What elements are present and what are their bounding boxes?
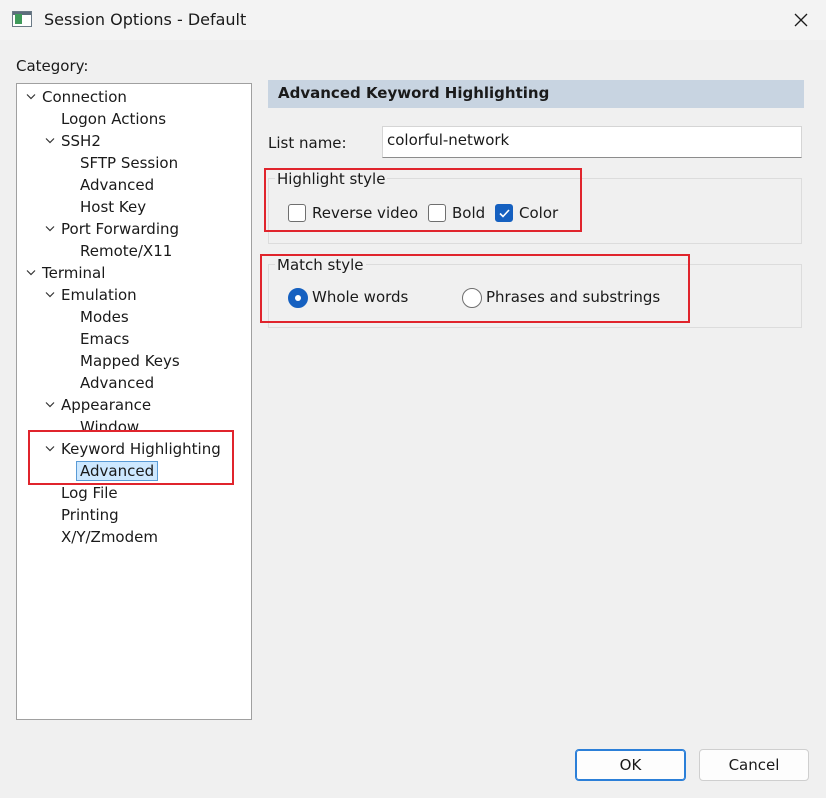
tree-item[interactable]: Host Key	[17, 196, 251, 218]
reverse-video-checkbox[interactable]	[288, 204, 306, 222]
tree-item-label: X/Y/Zmodem	[61, 528, 158, 546]
tree-item[interactable]: Log File	[17, 482, 251, 504]
radio-dot	[295, 295, 301, 301]
section-header: Advanced Keyword Highlighting	[268, 80, 804, 108]
category-label: Category:	[16, 57, 89, 75]
match-style-title: Match style	[275, 256, 366, 274]
tree-item-label: Advanced	[80, 176, 155, 194]
chevron-down-icon[interactable]	[44, 438, 58, 460]
tree-item[interactable]: Printing	[17, 504, 251, 526]
tree-item[interactable]: Remote/X11	[17, 240, 251, 262]
section-title: Advanced Keyword Highlighting	[278, 84, 550, 102]
tree-item[interactable]: X/Y/Zmodem	[17, 526, 251, 548]
tree-item[interactable]: SSH2	[17, 130, 251, 152]
tree-item[interactable]: Port Forwarding	[17, 218, 251, 240]
tree-item-label: Logon Actions	[61, 110, 167, 128]
list-name-input[interactable]: colorful-network	[382, 126, 802, 158]
tree-item-label: Mapped Keys	[80, 352, 180, 370]
tree-item-label: Modes	[80, 308, 129, 326]
tree-item-label: Appearance	[61, 396, 152, 414]
tree-item-label: Emacs	[80, 330, 130, 348]
chevron-down-icon[interactable]	[44, 284, 58, 306]
tree-item-label: Printing	[61, 506, 119, 524]
bold-label[interactable]: Bold	[452, 204, 485, 222]
tree-item-label: Host Key	[80, 198, 147, 216]
color-label[interactable]: Color	[519, 204, 558, 222]
bold-checkbox[interactable]	[428, 204, 446, 222]
tree-item-label: Keyword Highlighting	[61, 440, 221, 458]
tree-item-label: SFTP Session	[80, 154, 179, 172]
chevron-down-icon[interactable]	[44, 130, 58, 152]
chevron-down-icon[interactable]	[44, 394, 58, 416]
tree-item-label: Terminal	[42, 264, 106, 282]
tree-item[interactable]: Emulation	[17, 284, 251, 306]
tree-item-label: Connection	[42, 88, 127, 106]
tree-item[interactable]: Advanced	[17, 372, 251, 394]
tree-item[interactable]: Keyword Highlighting	[17, 438, 251, 460]
tree-item[interactable]: Window	[17, 416, 251, 438]
tree-item-label: Advanced	[80, 374, 155, 392]
color-checkbox[interactable]	[495, 204, 513, 222]
chevron-down-icon[interactable]	[44, 218, 58, 240]
close-button[interactable]	[784, 6, 818, 34]
tree-item-label: Remote/X11	[80, 242, 173, 260]
tree-item[interactable]: SFTP Session	[17, 152, 251, 174]
phrases-substrings-label[interactable]: Phrases and substrings	[486, 288, 660, 306]
whole-words-radio[interactable]	[288, 288, 308, 308]
window-title: Session Options - Default	[44, 10, 247, 29]
tree-item[interactable]: Connection	[17, 86, 251, 108]
chevron-down-icon[interactable]	[25, 86, 39, 108]
close-icon	[794, 13, 808, 27]
tree-item[interactable]: Appearance	[17, 394, 251, 416]
tree-item[interactable]: Emacs	[17, 328, 251, 350]
chevron-down-icon[interactable]	[25, 262, 39, 284]
terminal-app-icon	[12, 11, 32, 27]
tree-item-label: SSH2	[61, 132, 101, 150]
tree-item[interactable]: Advanced	[17, 460, 251, 482]
tree-item[interactable]: Logon Actions	[17, 108, 251, 130]
list-name-label: List name:	[268, 134, 347, 152]
tree-item[interactable]: Mapped Keys	[17, 350, 251, 372]
cancel-button[interactable]: Cancel	[699, 749, 809, 781]
tree-item[interactable]: Advanced	[17, 174, 251, 196]
tree-item-label: Advanced	[76, 461, 159, 481]
reverse-video-label[interactable]: Reverse video	[312, 204, 418, 222]
tree-item-label: Port Forwarding	[61, 220, 180, 238]
highlight-style-title: Highlight style	[275, 170, 388, 188]
category-tree[interactable]: Connection Logon Actions SSH2 SFTP Session A…	[16, 83, 252, 720]
checkmark-icon	[499, 209, 510, 218]
phrases-substrings-radio[interactable]	[462, 288, 482, 308]
whole-words-label[interactable]: Whole words	[312, 288, 408, 306]
tree-item-label: Emulation	[61, 286, 137, 304]
tree-item[interactable]: Terminal	[17, 262, 251, 284]
tree-item-label: Log File	[61, 484, 118, 502]
ok-button[interactable]: OK	[575, 749, 686, 781]
tree-item[interactable]: Modes	[17, 306, 251, 328]
tree-item-label: Window	[80, 418, 140, 436]
